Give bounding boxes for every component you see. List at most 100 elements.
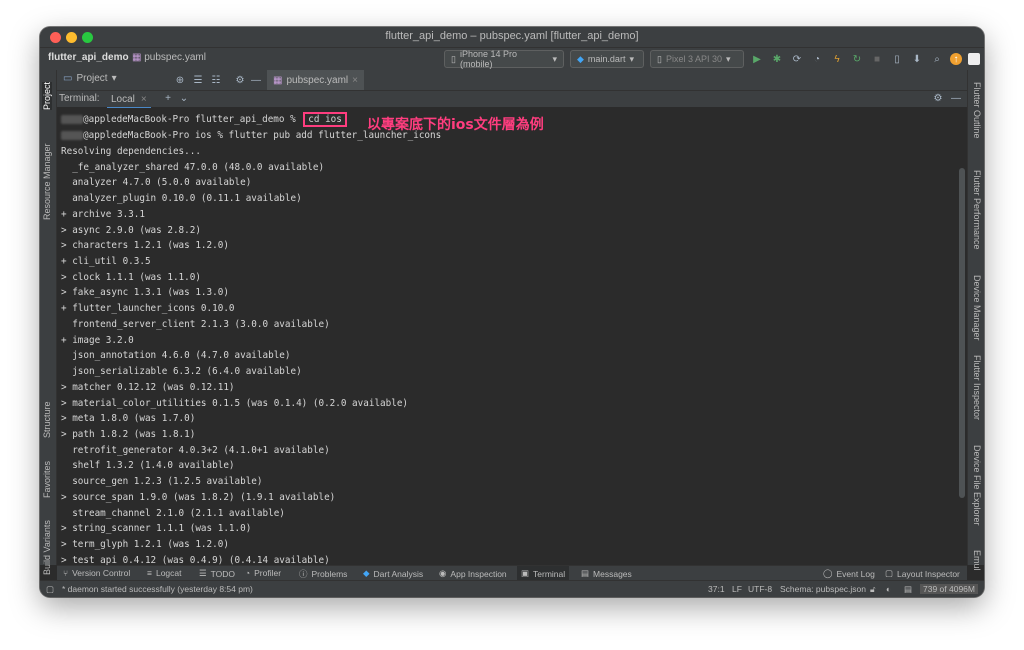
collapse-all-icon[interactable]: ☷ (209, 73, 223, 87)
device-manager-tool-button[interactable]: Device Manager (972, 275, 982, 341)
tab-todo[interactable]: ☰ TODO (199, 568, 235, 579)
breadcrumb-file[interactable]: ▦ pubspec.yaml (132, 52, 206, 63)
tab-logcat[interactable]: ≡ Logcat (147, 568, 182, 578)
project-tool-button[interactable]: Project (42, 81, 52, 110)
emulator-tool-button[interactable]: Emul (972, 550, 982, 571)
resource-manager-tool-button[interactable]: Resource Manager (42, 143, 52, 220)
hide-icon[interactable]: — (249, 73, 263, 87)
hot-restart-icon[interactable]: ↻ (850, 52, 864, 66)
device-selector-label: iPhone 14 Pro (mobile) (459, 49, 517, 69)
file-encoding[interactable]: UTF-8 (748, 584, 772, 594)
tab-problems[interactable]: ⓘ Problems (299, 568, 347, 580)
tab-label: Version Control (72, 568, 131, 578)
terminal-line: json_serializable 6.3.2 (6.4.0 available… (61, 366, 302, 378)
tab-dart-analysis[interactable]: ◆ Dart Analysis (363, 568, 423, 579)
line-separator[interactable]: LF (732, 584, 742, 594)
left-tool-strip: Project Resource Manager Structure Favor… (40, 70, 57, 575)
chevron-down-icon: ▾ (552, 53, 557, 64)
structure-tool-button[interactable]: Structure (42, 401, 52, 438)
update-icon[interactable]: ↑ (950, 53, 962, 65)
flutter-inspector-tool-button[interactable]: Flutter Inspector (972, 355, 982, 420)
sdk-manager-icon[interactable]: ⬇ (910, 52, 924, 66)
caret-position[interactable]: 37:1 (708, 584, 725, 594)
inspection-icon: ◉ (439, 568, 447, 578)
hot-reload-icon[interactable]: ϟ (830, 52, 844, 66)
project-view-selector[interactable]: ▭ Project ▾ (63, 73, 117, 84)
device-selector[interactable]: ▯ iPhone 14 Pro (mobile) ▾ (444, 49, 564, 69)
terminal-line: + cli_util 0.3.5 (61, 256, 151, 268)
close-icon[interactable]: × (141, 94, 147, 105)
terminal-line: _fe_analyzer_shared 47.0.0 (48.0.0 avail… (61, 161, 325, 173)
terminal-line: > fake_async 1.3.1 (was 1.3.0) (61, 287, 229, 299)
terminal-scrollbar[interactable] (959, 168, 965, 498)
tab-pubspec[interactable]: ▦ pubspec.yaml × (267, 70, 364, 90)
panel-toggle-icon[interactable]: ▢ (46, 584, 54, 595)
locate-icon[interactable]: ⊕ (173, 73, 187, 87)
terminal-line: analyzer_plugin 0.10.0 (0.11.1 available… (61, 193, 302, 205)
search-icon[interactable]: ⌕ (930, 52, 944, 66)
hide-icon[interactable]: — (949, 91, 963, 105)
tab-label: Messages (593, 568, 632, 579)
build-variants-tool-button[interactable]: Build Variants (42, 520, 52, 575)
terminal-line: > string_scanner 1.1.1 (was 1.1.0) (61, 523, 252, 535)
chevron-down-icon[interactable]: ⌄ (177, 91, 191, 105)
json-schema[interactable]: Schema: pubspec.json (780, 584, 866, 594)
tab-label: TODO (210, 568, 236, 579)
lock-icon[interactable]: 🔓︎ (870, 584, 876, 595)
close-icon[interactable]: × (352, 75, 358, 86)
terminal-line: Resolving dependencies... (61, 146, 201, 157)
tab-profiler[interactable]: ◔ Profiler (245, 568, 281, 578)
profile-icon[interactable]: ◔ (810, 52, 824, 66)
editor-tab-bar: ▭ Project ▾ ⊕ ☰ ☷ ⚙ — ▦ pubspec.yaml × (57, 70, 967, 91)
tab-event-log[interactable]: ◯ Event Log (823, 568, 875, 579)
ide-window: flutter_api_demo – pubspec.yaml [flutter… (40, 27, 984, 597)
tab-label: Profiler (254, 568, 282, 578)
notification-icon[interactable]: ▤ (904, 584, 912, 595)
favorites-tool-button[interactable]: Favorites (42, 461, 52, 498)
tab-version-control[interactable]: ⑂ Version Control (63, 568, 130, 578)
tab-terminal[interactable]: ▣ Terminal (517, 566, 570, 581)
logcat-icon: ≡ (147, 568, 152, 578)
status-message[interactable]: * daemon started successfully (yesterday… (62, 584, 253, 594)
toolbar: ▯ iPhone 14 Pro (mobile) ▾ ◆ main.dart ▾… (444, 49, 980, 69)
emulator-selector[interactable]: ▯ Pixel 3 API 30 ▾ (650, 50, 744, 68)
inspection-status-icon[interactable]: ◐ (886, 584, 891, 594)
add-tab-icon[interactable]: + (161, 91, 175, 105)
list-icon: ☰ (199, 568, 207, 578)
device-manager-icon[interactable]: ▯ (890, 52, 904, 66)
attach-icon[interactable]: ⟳ (790, 52, 804, 66)
gear-icon[interactable]: ⚙ (233, 73, 247, 87)
run-icon[interactable]: ▶ (750, 52, 764, 66)
stop-icon[interactable]: ■ (870, 52, 884, 66)
terminal-output[interactable]: @appledeMacBook-Pro flutter_api_demo % c… (57, 108, 967, 567)
tab-layout-inspector[interactable]: ▢ Layout Inspector (885, 568, 960, 579)
run-config-label: main.dart (587, 54, 626, 64)
debug-icon[interactable]: ✱ (770, 52, 784, 66)
tab-app-inspection[interactable]: ◉ App Inspection (439, 568, 507, 579)
terminal-line: frontend_server_client 2.1.3 (3.0.0 avai… (61, 318, 330, 330)
terminal-tab-local[interactable]: Local × (107, 91, 151, 109)
highlighted-command: cd ios (303, 112, 347, 127)
tab-label: Terminal (533, 568, 566, 579)
project-view-label: Project (76, 73, 108, 84)
run-config-selector[interactable]: ◆ main.dart ▾ (570, 50, 644, 68)
flutter-outline-tool-button[interactable]: Flutter Outline (972, 82, 982, 139)
gear-icon[interactable]: ⚙ (931, 91, 945, 105)
chevron-down-icon: ▾ (111, 73, 117, 84)
device-file-explorer-tool-button[interactable]: Device File Explorer (972, 445, 982, 526)
flutter-performance-tool-button[interactable]: Flutter Performance (972, 170, 982, 250)
expand-all-icon[interactable]: ☰ (191, 73, 205, 87)
terminal-line: > async 2.9.0 (was 2.8.2) (61, 224, 201, 236)
memory-indicator[interactable]: 739 of 4096M (920, 584, 978, 594)
avatar[interactable] (968, 53, 980, 65)
tab-label: App Inspection (450, 568, 507, 579)
breadcrumb-project[interactable]: flutter_api_demo (48, 52, 129, 63)
tab-messages[interactable]: ▤ Messages (581, 568, 632, 579)
chevron-down-icon: ▾ (629, 53, 634, 64)
chevron-down-icon: ▾ (726, 53, 731, 64)
emulator-label: Pixel 3 API 30 (665, 54, 722, 64)
window-title: flutter_api_demo – pubspec.yaml [flutter… (385, 30, 639, 42)
terminal-line: > source_span 1.9.0 (was 1.8.2) (1.9.1 a… (61, 491, 336, 503)
terminal-title: Terminal: (59, 93, 100, 104)
phone-icon: ▯ (451, 53, 456, 64)
